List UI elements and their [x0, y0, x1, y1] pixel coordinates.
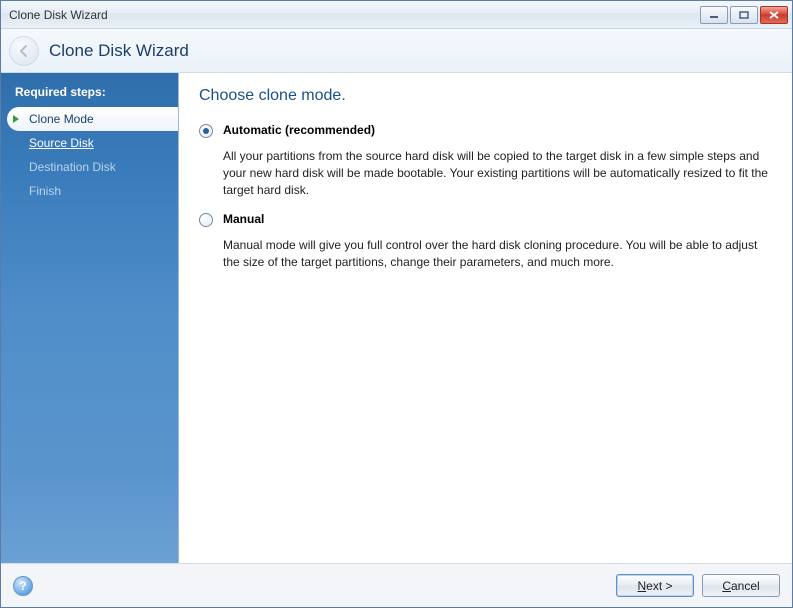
step-clone-mode[interactable]: Clone Mode: [7, 107, 178, 131]
step-finish: Finish: [1, 179, 178, 203]
step-destination-disk: Destination Disk: [1, 155, 178, 179]
page-title: Clone Disk Wizard: [49, 41, 189, 61]
minimize-button[interactable]: [700, 6, 728, 24]
maximize-button[interactable]: [730, 6, 758, 24]
help-button[interactable]: ?: [13, 576, 33, 596]
option-manual[interactable]: Manual: [199, 212, 772, 227]
main-heading: Choose clone mode.: [199, 87, 772, 105]
body: Required steps: Clone Mode Source Disk D…: [1, 73, 792, 563]
close-button[interactable]: [760, 6, 788, 24]
sidebar-header: Required steps:: [1, 79, 178, 107]
footer: ? Next > Cancel: [1, 563, 792, 607]
next-button[interactable]: Next >: [616, 574, 694, 597]
header-band: Clone Disk Wizard: [1, 29, 792, 73]
option-automatic-label: Automatic (recommended): [223, 123, 375, 137]
radio-automatic[interactable]: [199, 124, 213, 138]
titlebar: Clone Disk Wizard: [1, 1, 792, 29]
radio-manual[interactable]: [199, 213, 213, 227]
sidebar: Required steps: Clone Mode Source Disk D…: [1, 73, 179, 563]
option-automatic-desc: All your partitions from the source hard…: [199, 146, 772, 212]
back-button: [9, 36, 39, 66]
step-source-disk[interactable]: Source Disk: [1, 131, 178, 155]
window-controls: [700, 6, 788, 24]
cancel-button[interactable]: Cancel: [702, 574, 780, 597]
option-manual-label: Manual: [223, 212, 264, 226]
option-manual-desc: Manual mode will give you full control o…: [199, 235, 772, 285]
wizard-window: Clone Disk Wizard Clone Disk Wizard Requ…: [0, 0, 793, 608]
main-content: Choose clone mode. Automatic (recommende…: [179, 73, 792, 563]
window-title: Clone Disk Wizard: [9, 8, 700, 22]
option-automatic[interactable]: Automatic (recommended): [199, 123, 772, 138]
